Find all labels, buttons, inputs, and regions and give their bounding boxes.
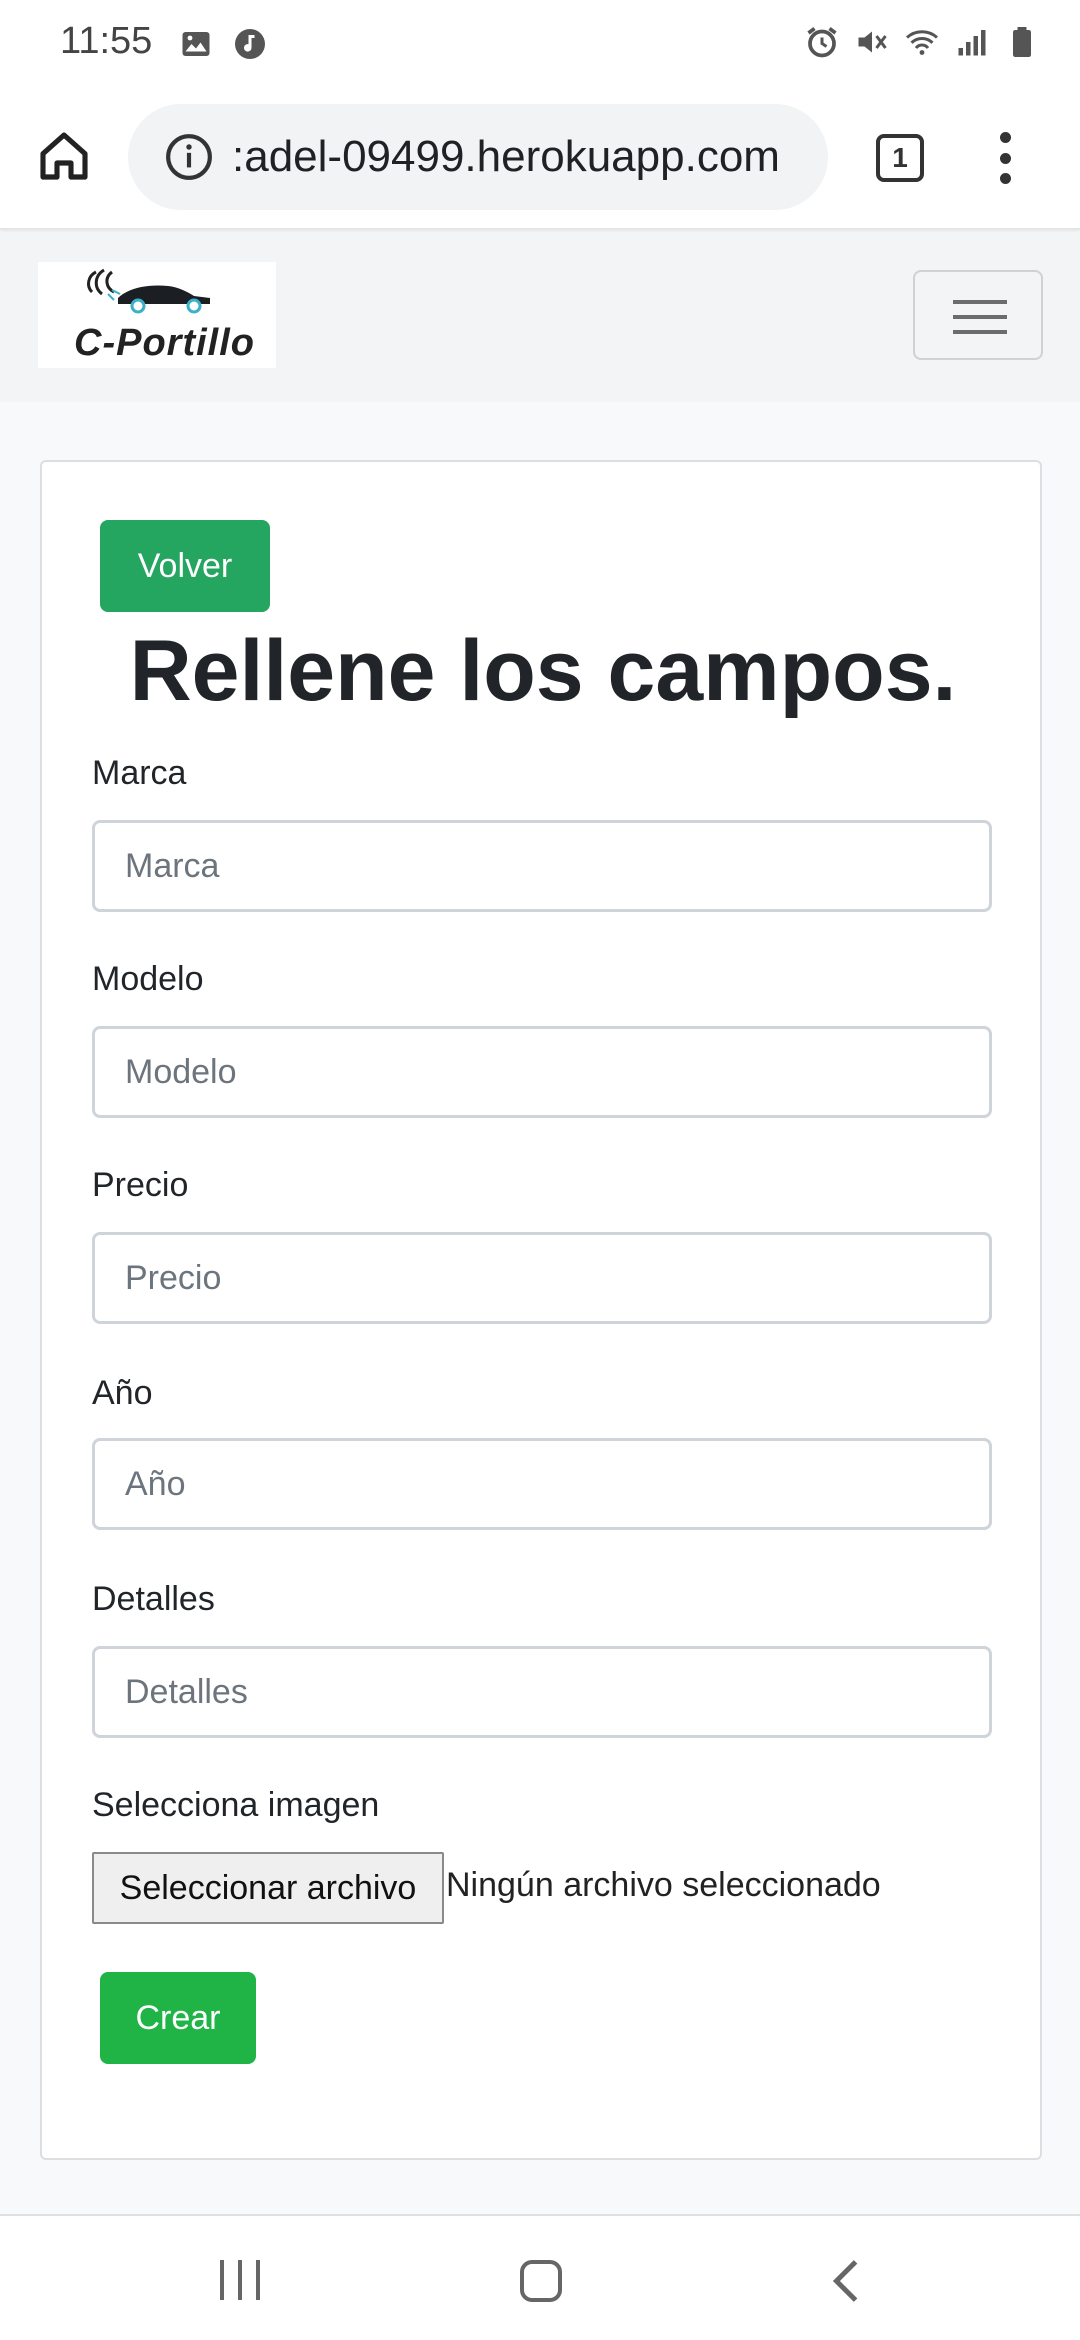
details-label: Detalles — [92, 1580, 215, 1618]
form-card: Volver Rellene los campos. Marca Modelo … — [40, 460, 1042, 2160]
create-button[interactable]: Crear — [100, 1972, 256, 2064]
car-logo-icon — [87, 268, 210, 314]
recent-apps-icon — [220, 2260, 224, 2300]
model-input[interactable] — [92, 1026, 992, 1118]
year-label: Año — [92, 1374, 153, 1412]
file-status: Ningún archivo seleccionado — [446, 1866, 881, 1904]
tab-count: 1 — [876, 134, 924, 182]
address-bar[interactable]: :adel-09499.herokuapp.com — [128, 104, 828, 210]
url-text[interactable]: :adel-09499.herokuapp.com — [232, 132, 780, 182]
site-logo[interactable]: C-Portillo — [38, 262, 276, 368]
recent-apps-button[interactable] — [220, 2260, 260, 2300]
image-icon — [182, 32, 210, 56]
tab-switcher-button[interactable]: 1 — [872, 130, 928, 186]
choose-file-button[interactable]: Seleccionar archivo — [92, 1852, 444, 1924]
home-icon — [40, 132, 88, 180]
image-label: Selecciona imagen — [92, 1786, 380, 1824]
brand-label: Marca — [92, 754, 187, 792]
status-bar: 11:55 — [0, 0, 1080, 86]
music-icon — [235, 29, 265, 59]
status-right-icons — [804, 24, 1040, 60]
page-title: Rellene los campos. — [129, 623, 957, 719]
alarm-icon — [807, 27, 837, 58]
system-nav-bar — [0, 2214, 1080, 2340]
status-time: 11:55 — [60, 20, 153, 62]
logo-text: C-Portillo — [74, 322, 255, 364]
price-input[interactable] — [92, 1232, 992, 1324]
price-label: Precio — [92, 1166, 189, 1204]
back-button[interactable]: Volver — [100, 520, 270, 612]
more-vert-icon — [999, 132, 1011, 143]
info-icon[interactable] — [164, 132, 214, 182]
home-nav-button[interactable] — [520, 2260, 562, 2302]
brand-input[interactable] — [92, 820, 992, 912]
details-input[interactable] — [92, 1646, 992, 1738]
navbar-toggle-button[interactable] — [913, 270, 1043, 360]
battery-icon — [1013, 27, 1031, 57]
wifi-icon — [906, 30, 938, 55]
status-left-icons — [178, 26, 268, 62]
signal-icon — [958, 30, 986, 56]
hamburger-icon — [953, 300, 1007, 304]
browser-toolbar: :adel-09499.herokuapp.com 1 — [0, 86, 1080, 230]
home-button[interactable] — [30, 122, 98, 190]
year-input[interactable] — [92, 1438, 992, 1530]
model-label: Modelo — [92, 960, 204, 998]
browser-menu-button[interactable] — [985, 126, 1025, 190]
mute-icon — [858, 31, 887, 53]
site-navbar: C-Portillo — [0, 232, 1080, 402]
back-nav-icon[interactable] — [826, 2258, 866, 2304]
